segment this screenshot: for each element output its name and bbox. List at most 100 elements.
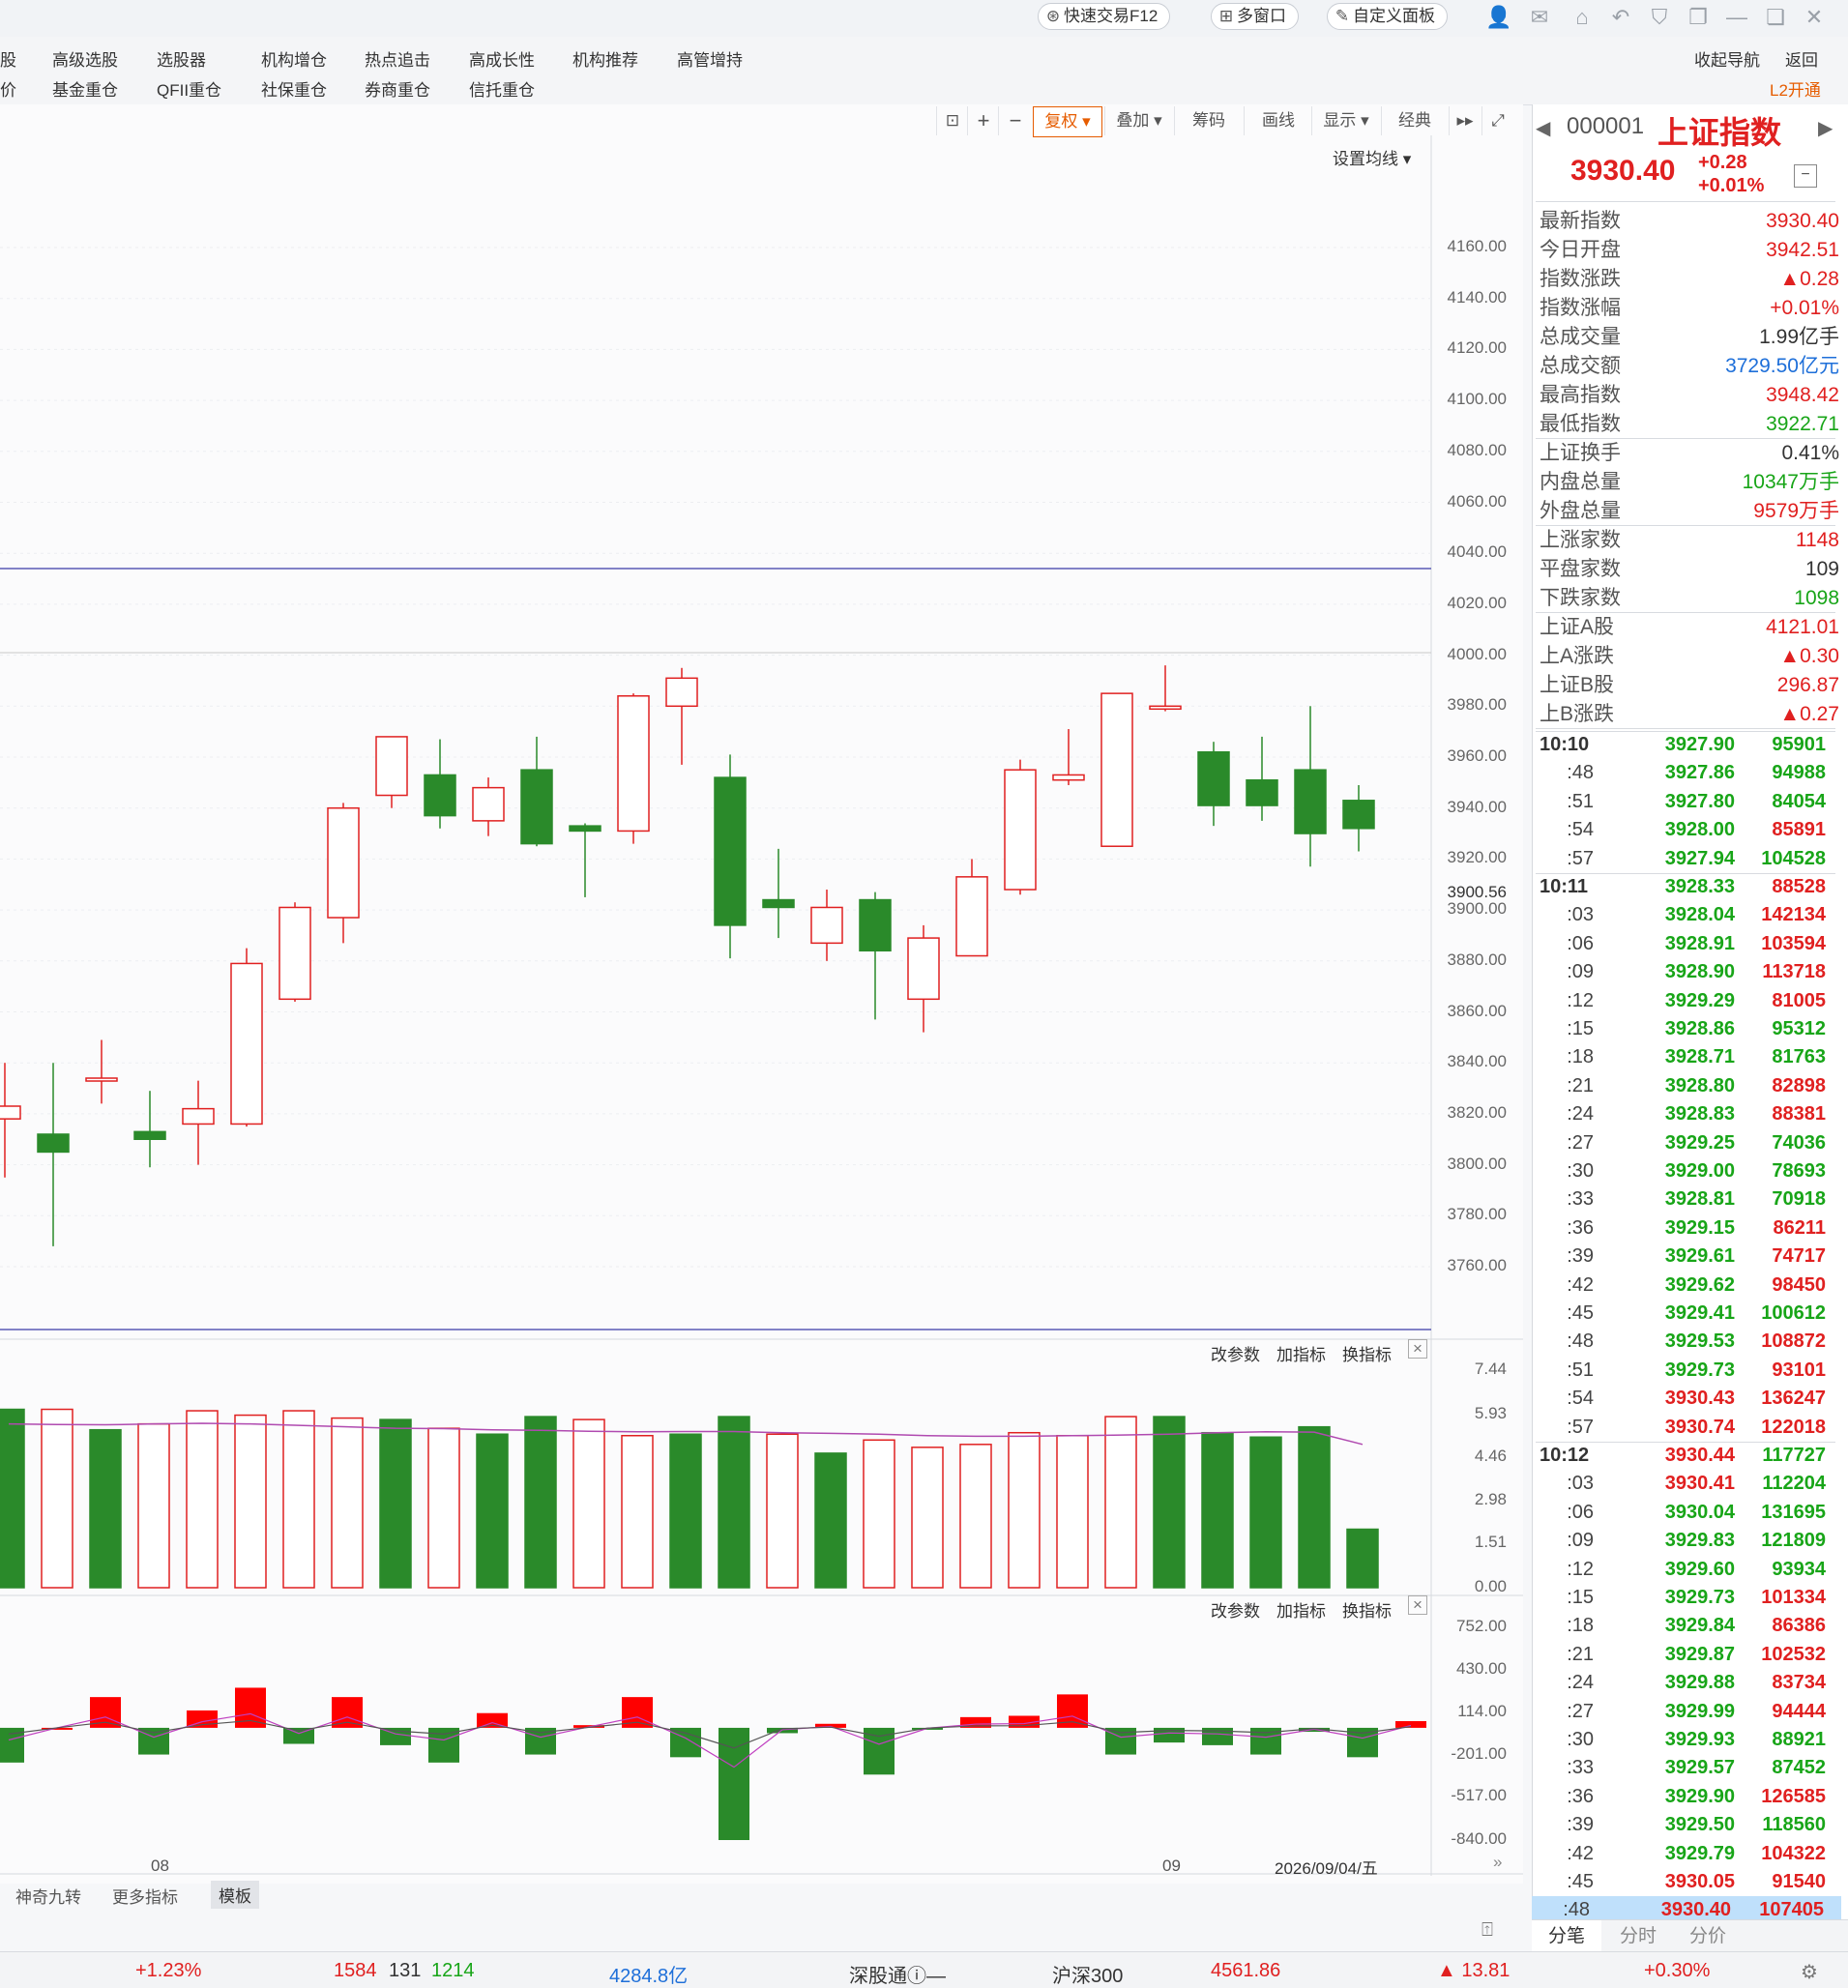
y-tick-label: 4060.00 [1447,491,1507,511]
layout-icon[interactable]: ⍐ [1481,1919,1493,1942]
tick-row: :45 3930.05 91540 [1536,1868,1826,1896]
switch-indicator-button[interactable]: 换指标 [1342,1341,1392,1365]
volume-bar [234,1414,267,1589]
stock-code: 000001 [1567,113,1645,139]
y-tick-label: 3840.00 [1447,1052,1507,1071]
tab-fenbi[interactable]: 分笔 [1532,1920,1601,1953]
tab-more-indicators[interactable]: 更多指标 [112,1884,178,1908]
tick-price: 3928.91 [1664,932,1735,954]
next-stock-icon[interactable]: ▶ [1818,116,1833,140]
candle-body [1052,774,1085,781]
settings-icon[interactable]: ⚙ [1801,1960,1818,1984]
tick-row: :30 3929.93 88921 [1536,1726,1826,1754]
tick-volume: 101334 [1761,1587,1826,1608]
tick-row: :39 3929.50 118560 [1536,1811,1826,1839]
y-tick-label: 5.93 [1474,1403,1507,1422]
up-count: 1584 [334,1960,377,1981]
quote-key: 上A涨跌 [1540,645,1615,667]
candle-body [424,774,456,817]
tick-row: :12 3929.29 81005 [1536,987,1826,1015]
sgt-label[interactable]: 深股通ⓘ— [849,1960,946,1988]
tick-price: 3928.83 [1664,1103,1735,1126]
stock-pct: +0.01% [1698,175,1765,196]
y-tick-label: 4000.00 [1447,644,1507,663]
candle-body [0,1105,21,1120]
y-tick-label: 7.44 [1474,1359,1507,1378]
y-tick-label: 3980.00 [1447,695,1507,715]
volume-bar [331,1417,364,1589]
tick-price: 3929.29 [1664,989,1735,1011]
tick-volume: 104528 [1761,847,1826,869]
tick-time: :06 [1567,932,1594,954]
y-tick-label: 3820.00 [1447,1102,1507,1122]
volume-bar [766,1433,799,1589]
volume-bar [524,1416,557,1589]
quote-value: ▲0.30 [1779,645,1839,667]
quote-row: 上证B股 296.87 [1540,671,1839,700]
y-tick-label: 752.00 [1456,1617,1507,1635]
change-param-button[interactable]: 改参数 [1211,1597,1260,1622]
candle-body [665,677,698,708]
close-indicator-icon[interactable]: × [1408,1595,1427,1615]
volume-bar [476,1433,509,1589]
tick-price: 3929.62 [1664,1273,1735,1296]
dea-line [8,1719,1412,1749]
tick-price: 3928.90 [1664,961,1735,983]
prev-stock-icon[interactable]: ◀ [1536,116,1550,140]
tab-fenshi[interactable]: 分时 [1603,1920,1673,1953]
candle-body [1294,769,1327,834]
quote-value: 9579万手 [1753,500,1839,522]
quote-row: 上B涨跌 ▲0.27 [1540,700,1839,729]
tick-price: 3929.73 [1664,1587,1735,1608]
add-indicator-button[interactable]: 加指标 [1276,1597,1326,1622]
volume-bar [1153,1416,1186,1589]
quote-row: 外盘总量 9579万手 [1540,497,1839,526]
quote-row: 今日开盘 3942.51 [1540,236,1839,265]
quote-key: 上涨家数 [1540,529,1621,551]
tab-template[interactable]: 模板 [211,1881,259,1909]
candle-body [375,736,408,797]
y-tick-label: -840.00 [1451,1829,1507,1848]
quote-row: 总成交量 1.99亿手 [1540,323,1839,352]
quote-value: 1098 [1794,587,1839,609]
tick-price: 3929.87 [1664,1643,1735,1665]
volume-bar [814,1452,847,1589]
tick-price: 3929.88 [1664,1672,1735,1694]
scroll-right-icon[interactable]: » [1493,1853,1502,1872]
tick-price: 3929.25 [1664,1131,1735,1154]
quote-key: 总成交额 [1540,355,1621,377]
tick-volume: 86211 [1773,1216,1826,1239]
add-indicator-button[interactable]: 加指标 [1276,1341,1326,1365]
candle-body [1342,800,1375,830]
close-indicator-icon[interactable]: × [1408,1339,1427,1359]
hs300-change: ▲ 13.81 [1437,1960,1511,1981]
tick-time: :09 [1567,961,1594,983]
tab-fenjia[interactable]: 分价 [1673,1920,1743,1953]
detail-tabs: 分笔 分时 分价 [1532,1919,1848,1953]
hs300-label[interactable]: 沪深300 [1052,1960,1123,1988]
tick-price: 3929.53 [1664,1330,1735,1353]
y-tick-label: 4120.00 [1447,338,1507,358]
tick-time: :51 [1567,790,1594,812]
tick-time: :36 [1567,1785,1594,1807]
y-tick-label: 4140.00 [1447,287,1507,307]
change-param-button[interactable]: 改参数 [1211,1341,1260,1365]
tick-time: :57 [1567,847,1594,869]
tick-volume: 122018 [1761,1416,1826,1438]
tab-shenqi[interactable]: 神奇九转 [15,1884,81,1908]
candle-body [714,776,747,926]
tick-row: :03 3928.04 142134 [1536,901,1826,929]
status-bar: +1.23% 1584 131 1214 4284.8亿 深股通ⓘ— 沪深300… [0,1951,1848,1988]
collapse-icon[interactable]: − [1794,164,1817,188]
tick-volume: 117727 [1762,1445,1826,1466]
tick-row: :54 3928.00 85891 [1536,816,1826,844]
volume-bar [572,1418,605,1589]
quote-value: 3942.51 [1766,239,1839,261]
y-tick-label: -201.00 [1451,1743,1507,1763]
tick-price: 3929.84 [1664,1615,1735,1637]
quote-row: 上涨家数 1148 [1540,526,1839,555]
switch-indicator-button[interactable]: 换指标 [1342,1597,1392,1622]
tick-price: 3930.05 [1664,1871,1735,1892]
x-label: 09 [1162,1856,1181,1875]
tick-time: :33 [1567,1188,1594,1211]
